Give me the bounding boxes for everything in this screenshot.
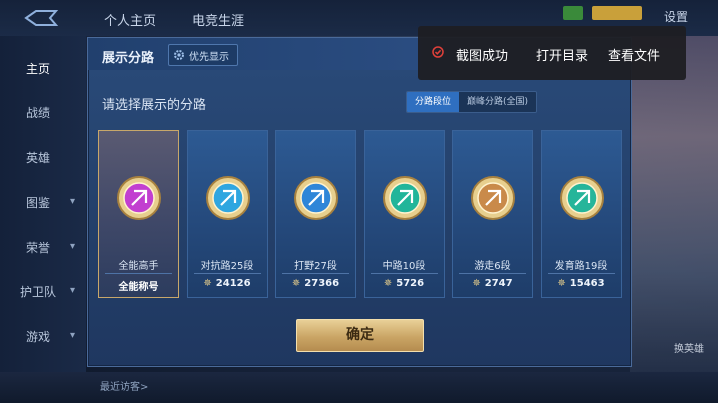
lane-card-value: 全能称号: [99, 278, 178, 293]
slash-emblem-icon: [382, 176, 427, 220]
lane-card[interactable]: 中路10段 ✵ 5726: [363, 130, 445, 298]
lane-card-value: ✵ 15463: [542, 278, 621, 289]
lane-card-name: 发育路19段: [554, 261, 608, 272]
toast-message: 截图成功: [456, 49, 509, 64]
divider: [459, 273, 526, 274]
lane-card-value: ✵ 24126: [188, 278, 267, 289]
sidebar-item-home[interactable]: 主页: [26, 60, 50, 77]
lane-card-value: ✵ 27366: [276, 278, 355, 289]
star-points-icon: ✵: [383, 278, 393, 289]
lane-card[interactable]: 游走6段 ✵ 2747: [452, 130, 533, 298]
hero-background-art: 换英雄: [630, 36, 718, 372]
lane-display-panel: 展示分路 优先显示 请选择展示的分路 分路段位 巅峰分路(全国) 全能高手全能称…: [87, 37, 632, 367]
lane-card-value-text: 15463: [569, 278, 605, 289]
star-points-icon: ✵: [291, 278, 301, 289]
sidebar-item-guard-team[interactable]: 护卫队: [20, 283, 56, 300]
lane-card-value-text: 全能称号: [118, 282, 159, 293]
divider: [193, 273, 261, 274]
settings-button[interactable]: 设置: [664, 8, 688, 25]
back-arrow-icon[interactable]: [20, 8, 60, 28]
chevron-down-icon: ▾: [70, 285, 76, 296]
sidebar-item-heroes[interactable]: 英雄: [26, 149, 50, 166]
chevron-down-icon: ▾: [70, 241, 76, 252]
chevron-down-icon: ▾: [70, 196, 76, 207]
lane-card-name: 对抗路25段: [200, 261, 254, 272]
tab-lane-rank[interactable]: 分路段位: [407, 92, 460, 112]
divider: [105, 273, 172, 274]
sidebar-item-record[interactable]: 战绩: [26, 104, 50, 121]
lane-card-value-text: 27366: [304, 278, 340, 289]
lane-card-name: 游走6段: [474, 261, 511, 272]
open-directory-link[interactable]: 打开目录: [536, 45, 588, 64]
lane-card-value-text: 5726: [396, 278, 425, 289]
bottom-bar: 最近访客>: [0, 372, 718, 403]
chevron-down-icon: ▾: [70, 330, 76, 341]
rhombus-emblem-icon: [117, 176, 161, 220]
wings-emblem-icon: [471, 176, 515, 220]
tab-esports-career[interactable]: 电竞生涯: [192, 10, 244, 29]
lane-card-name: 中路10段: [382, 261, 426, 272]
lane-card[interactable]: 对抗路25段 ✵ 24126: [186, 130, 268, 298]
divider: [547, 273, 615, 274]
gear-icon: [174, 50, 184, 60]
view-file-link[interactable]: 查看文件: [608, 45, 660, 64]
tab-peak-lane-national[interactable]: 巅峰分路(全国): [459, 92, 537, 112]
divider: [282, 273, 349, 274]
check-circle-icon: [432, 46, 444, 58]
dragon-emblem-icon: [294, 176, 338, 220]
panel-title: 展示分路: [102, 51, 155, 66]
recent-visitors-link[interactable]: 最近访客>: [100, 378, 148, 393]
tab-personal-home[interactable]: 个人主页: [104, 10, 156, 29]
lane-card[interactable]: 全能高手 全能称号: [98, 130, 179, 298]
sidebar: 主页 战绩 英雄 图鉴 ▾ 荣誉 ▾ 护卫队 ▾ 游戏 ▾ 社交: [0, 36, 86, 396]
divider: [370, 273, 438, 274]
lane-card-value-text: 2747: [484, 278, 513, 289]
star-points-icon: ✵: [472, 278, 481, 289]
select-lane-prompt: 请选择展示的分路: [102, 98, 207, 113]
lane-card-value-text: 24126: [215, 278, 251, 289]
sidebar-item-codex[interactable]: 图鉴: [26, 194, 50, 211]
change-hero-label[interactable]: 换英雄: [674, 340, 704, 355]
shield-emblem-icon: [205, 176, 250, 220]
lane-card-value: ✵ 2747: [453, 278, 532, 289]
lane-card-name: 打野27段: [294, 261, 337, 272]
star-points-icon: ✵: [557, 278, 566, 289]
sidebar-item-honor[interactable]: 荣誉: [26, 239, 50, 256]
battery-status-icon: [592, 6, 642, 20]
lane-card[interactable]: 打野27段 ✵ 27366: [275, 130, 356, 298]
confirm-button[interactable]: 确定: [296, 319, 424, 352]
sidebar-item-games[interactable]: 游戏: [26, 328, 50, 345]
lane-card[interactable]: 发育路19段 ✵ 15463: [540, 130, 622, 298]
screenshot-toast: 截图成功 打开目录 查看文件: [418, 26, 686, 80]
priority-display-label: 优先显示: [189, 51, 229, 63]
star-points-icon: ✵: [203, 278, 212, 289]
lane-card-value: ✵ 5726: [365, 278, 444, 289]
wifi-status-icon: [563, 6, 583, 20]
lane-mode-segmented-control: 分路段位 巅峰分路(全国): [406, 91, 538, 113]
target-emblem-icon: [559, 176, 604, 220]
lane-card-name: 全能高手: [118, 261, 159, 272]
priority-display-button[interactable]: 优先显示: [168, 44, 238, 66]
